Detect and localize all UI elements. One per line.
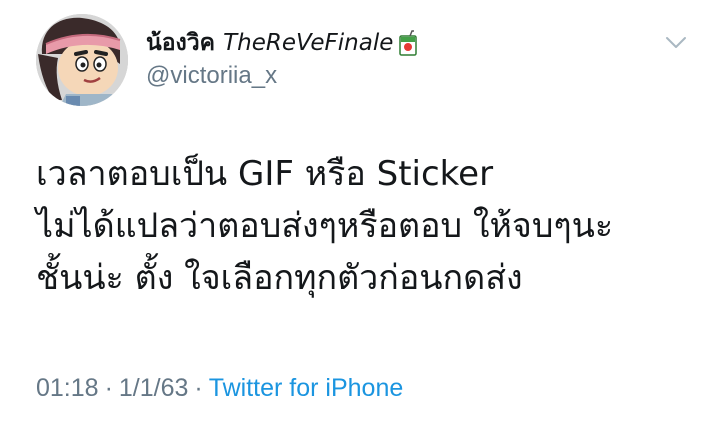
chevron-down-icon[interactable]	[664, 34, 688, 52]
tweet-text: เวลาตอบเป็น GIF หรือ Sticker ไม่ได้แปลว่…	[36, 148, 706, 304]
meta-separator: ·	[104, 374, 113, 402]
avatar[interactable]	[36, 14, 128, 106]
name-row[interactable]: น้องวิค TheReVeFinale	[146, 26, 418, 60]
juice-box-icon	[398, 30, 418, 56]
tweet-text-line: ไม่ได้แปลว่าตอบส่งๆหรือตอบ ให้จบๆนะ	[36, 206, 614, 246]
display-name[interactable]: น้องวิค	[146, 25, 215, 61]
tweet-card: น้องวิค TheReVeFinale @victoriia_x เวลาต…	[0, 0, 720, 428]
tweet-source-link[interactable]: Twitter for iPhone	[209, 374, 404, 402]
tweet-time[interactable]: 01:18	[36, 374, 99, 402]
tweet-text-line: เวลาตอบเป็น GIF หรือ Sticker	[36, 154, 494, 194]
display-name-extra[interactable]: TheReVeFinale	[223, 30, 393, 56]
tweet-meta: 01:18 · 1/1/63 · Twitter for iPhone	[36, 374, 403, 403]
meta-separator: ·	[194, 374, 203, 402]
user-handle[interactable]: @victoriia_x	[146, 62, 277, 90]
tweet-text-line: ชั้นน่ะ ตั้ง ใจเลือกทุกตัวก่อนกดส่ง	[36, 258, 523, 298]
tweet-date[interactable]: 1/1/63	[119, 374, 189, 402]
cartoon-avatar-icon	[36, 14, 128, 106]
